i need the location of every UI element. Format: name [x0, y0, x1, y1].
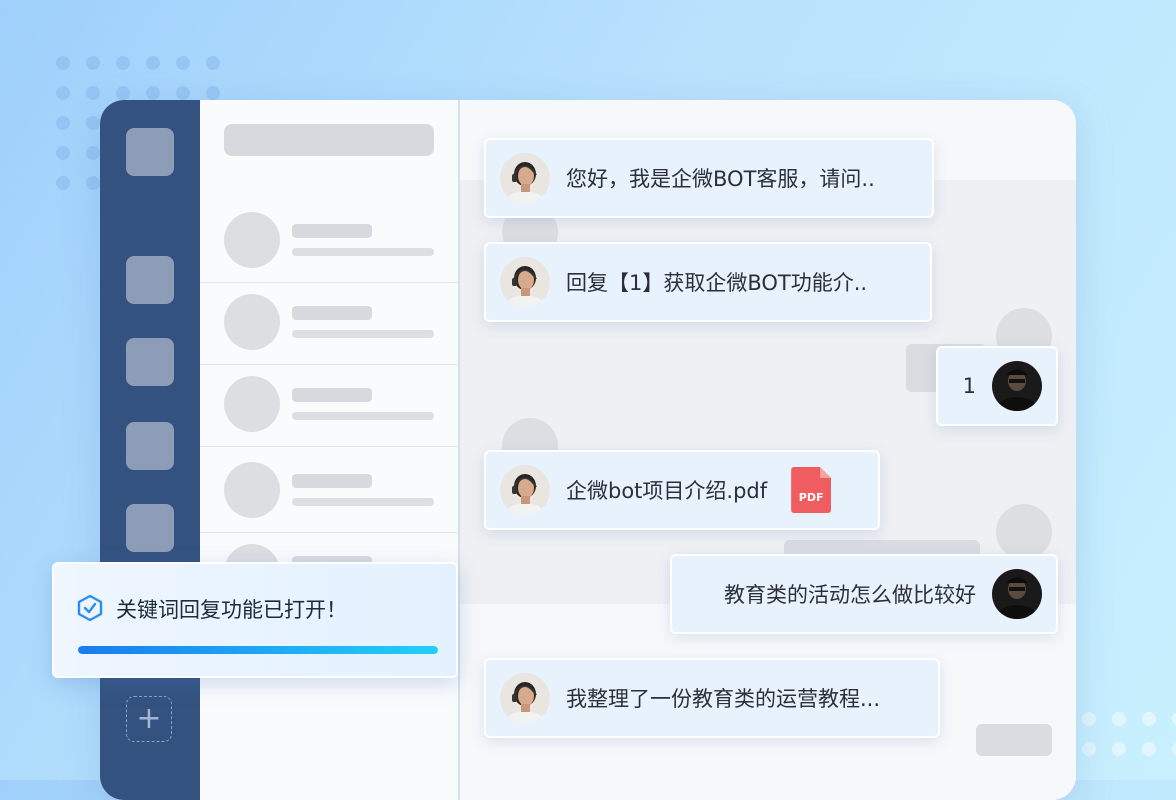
chat-message-user: 1	[936, 346, 1058, 426]
sidebar-nav-item[interactable]	[126, 504, 174, 552]
pdf-file-icon[interactable]: PDF	[791, 467, 832, 513]
message-text: 我整理了一份教育类的运营教程...	[566, 687, 881, 711]
avatar	[224, 294, 280, 350]
decorative-dots-bottom-right	[1082, 712, 1176, 756]
search-input-placeholder[interactable]	[224, 124, 434, 156]
conversation-list	[200, 100, 460, 800]
list-item-subtitle-placeholder	[292, 248, 434, 256]
user-avatar	[992, 361, 1042, 411]
toast-message: 关键词回复功能已打开！	[116, 598, 347, 622]
progress-bar	[78, 646, 438, 654]
app-sidebar: +	[100, 100, 200, 800]
agent-avatar	[500, 153, 550, 203]
list-item[interactable]	[200, 364, 458, 447]
ghost-bubble	[976, 724, 1052, 756]
list-item-subtitle-placeholder	[292, 330, 434, 338]
list-item-title-placeholder	[292, 474, 372, 488]
plus-icon[interactable]: +	[126, 696, 172, 742]
shield-check-icon	[76, 594, 104, 622]
message-text: 回复【1】获取企微BOT功能介..	[566, 271, 868, 295]
sidebar-nav-item[interactable]	[126, 338, 174, 386]
message-text: 1	[962, 374, 976, 398]
avatar	[224, 376, 280, 432]
message-text: 您好，我是企微BOT客服，请问..	[566, 167, 875, 191]
list-item[interactable]	[200, 200, 458, 283]
progress-bar-fill	[78, 646, 438, 654]
list-item-title-placeholder	[292, 224, 372, 238]
notification-toast: 关键词回复功能已打开！	[52, 562, 458, 678]
avatar	[224, 212, 280, 268]
avatar	[224, 462, 280, 518]
ghost-avatar	[996, 504, 1052, 560]
message-text: 教育类的活动怎么做比较好	[724, 583, 976, 607]
sidebar-nav-item[interactable]	[126, 422, 174, 470]
chat-message-user: 教育类的活动怎么做比较好	[670, 554, 1058, 634]
list-item[interactable]	[200, 282, 458, 365]
pdf-file-icon-label: PDF	[798, 491, 824, 504]
list-item-title-placeholder	[292, 388, 372, 402]
user-avatar	[992, 569, 1042, 619]
list-item-title-placeholder	[292, 306, 372, 320]
chat-message-bot: 您好，我是企微BOT客服，请问..	[484, 138, 934, 218]
file-name: 企微bot项目介绍.pdf	[566, 479, 768, 503]
sidebar-app-icon[interactable]	[126, 128, 174, 176]
agent-avatar	[500, 257, 550, 307]
agent-avatar	[500, 673, 550, 723]
chat-message-bot: 回复【1】获取企微BOT功能介..	[484, 242, 932, 322]
list-item-subtitle-placeholder	[292, 412, 434, 420]
chat-message-bot-file[interactable]: 企微bot项目介绍.pdf PDF	[484, 450, 880, 530]
list-item[interactable]	[200, 450, 458, 533]
sidebar-nav-item[interactable]	[126, 256, 174, 304]
chat-message-bot: 我整理了一份教育类的运营教程...	[484, 658, 940, 738]
agent-avatar	[500, 465, 550, 515]
list-item-subtitle-placeholder	[292, 498, 434, 506]
